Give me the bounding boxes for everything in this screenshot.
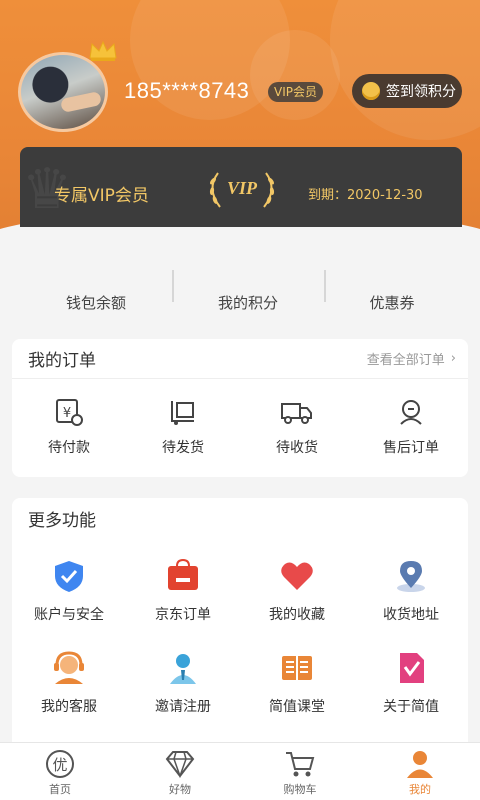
- pending-shipment-icon: [168, 397, 198, 427]
- function-label: 简值课堂: [269, 699, 325, 715]
- vip-card[interactable]: ♛ 专属VIP会员 VIP 到期：2020-12-30: [20, 147, 462, 227]
- order-after-sales[interactable]: 售后订单: [354, 397, 468, 457]
- home-icon: 优: [44, 749, 76, 779]
- function-label: 账户与安全: [34, 607, 104, 623]
- svg-text:VIP: VIP: [227, 178, 258, 198]
- wallet-balance[interactable]: 钱包余额: [16, 292, 176, 313]
- orders-card: 我的订单 查看全部订单 › ¥ 待付款 待发货 待收货 售后订单: [12, 339, 468, 477]
- invite-user-icon: [165, 650, 201, 686]
- vip-laurel-icon: VIP: [209, 172, 275, 208]
- cart-icon: [284, 749, 316, 779]
- order-pending-payment[interactable]: ¥ 待付款: [12, 397, 126, 457]
- orders-title: 我的订单: [28, 351, 96, 371]
- account-stats: 钱包余额 我的积分 优惠券: [0, 262, 480, 322]
- invite-register[interactable]: 邀请注册: [126, 650, 240, 716]
- my-points[interactable]: 我的积分: [168, 292, 328, 313]
- more-functions-card: 更多功能 账户与安全 京东订单 我的收藏 收货地址 我的客服 邀请注册 简值课堂…: [12, 498, 468, 758]
- about-icon: [393, 650, 429, 686]
- tab-label: 购物车: [283, 783, 317, 796]
- after-sales-icon: [396, 397, 426, 427]
- tab-goods[interactable]: 好物: [120, 743, 240, 800]
- function-label: 邀请注册: [155, 699, 211, 715]
- location-pin-icon: [393, 558, 429, 594]
- vip-expire-label: 到期：: [308, 188, 348, 203]
- signin-label: 签到领积分: [386, 84, 456, 100]
- order-pending-shipment[interactable]: 待发货: [126, 397, 240, 457]
- shield-check-icon: [51, 558, 87, 594]
- customer-service-icon: [51, 650, 87, 686]
- vip-card-title: 专属VIP会员: [54, 186, 149, 206]
- vip-expire-date: 到期：2020-12-30: [308, 184, 423, 203]
- tab-label: 我的: [409, 783, 431, 796]
- customer-service[interactable]: 我的客服: [12, 650, 126, 716]
- order-item-label: 待收货: [276, 440, 318, 456]
- account-security[interactable]: 账户与安全: [12, 558, 126, 624]
- tab-label: 首页: [49, 783, 71, 796]
- svg-text:优: 优: [52, 756, 67, 774]
- payment-icon: ¥: [54, 397, 84, 427]
- order-item-label: 售后订单: [383, 440, 439, 456]
- order-pending-receipt[interactable]: 待收货: [240, 397, 354, 457]
- tab-label: 好物: [169, 783, 191, 796]
- my-favorites[interactable]: 我的收藏: [240, 558, 354, 624]
- coin-icon: [362, 82, 380, 100]
- diamond-icon: [164, 749, 196, 779]
- svg-text:¥: ¥: [63, 406, 71, 421]
- user-phone: 185****8743: [124, 78, 250, 103]
- chevron-right-icon: ›: [450, 351, 456, 366]
- book-icon: [279, 650, 315, 686]
- avatar[interactable]: [18, 40, 117, 132]
- vip-expire-value: 2020-12-30: [347, 188, 423, 203]
- shopping-bag-icon: [165, 558, 201, 594]
- view-all-orders-label: 查看全部订单: [366, 353, 445, 368]
- function-label: 我的客服: [41, 699, 97, 715]
- bottom-tab-bar: 优 首页 好物 购物车 我的: [0, 742, 480, 800]
- order-item-label: 待付款: [48, 440, 90, 456]
- shipping-address[interactable]: 收货地址: [354, 558, 468, 624]
- heart-icon: [279, 558, 315, 594]
- tab-mine[interactable]: 我的: [360, 743, 480, 800]
- tab-cart[interactable]: 购物车: [240, 743, 360, 800]
- function-label: 收货地址: [383, 607, 439, 623]
- crown-icon: [89, 40, 117, 61]
- function-label: 关于简值: [383, 699, 439, 715]
- coupons[interactable]: 优惠券: [312, 292, 472, 313]
- more-functions-title: 更多功能: [28, 510, 96, 531]
- profile-icon: [404, 749, 436, 779]
- tab-home[interactable]: 优 首页: [0, 743, 120, 800]
- about-jianzhi[interactable]: 关于简值: [354, 650, 468, 716]
- jianzhi-classroom[interactable]: 简值课堂: [240, 650, 354, 716]
- jd-orders[interactable]: 京东订单: [126, 558, 240, 624]
- vip-member-badge: VIP会员: [268, 82, 323, 102]
- function-label: 京东订单: [155, 607, 211, 623]
- view-all-orders-link[interactable]: 查看全部订单 ›: [367, 349, 456, 368]
- signin-points-button[interactable]: 签到领积分: [352, 74, 462, 108]
- delivery-truck-icon: [280, 397, 314, 427]
- order-item-label: 待发货: [162, 440, 204, 456]
- function-label: 我的收藏: [269, 607, 325, 623]
